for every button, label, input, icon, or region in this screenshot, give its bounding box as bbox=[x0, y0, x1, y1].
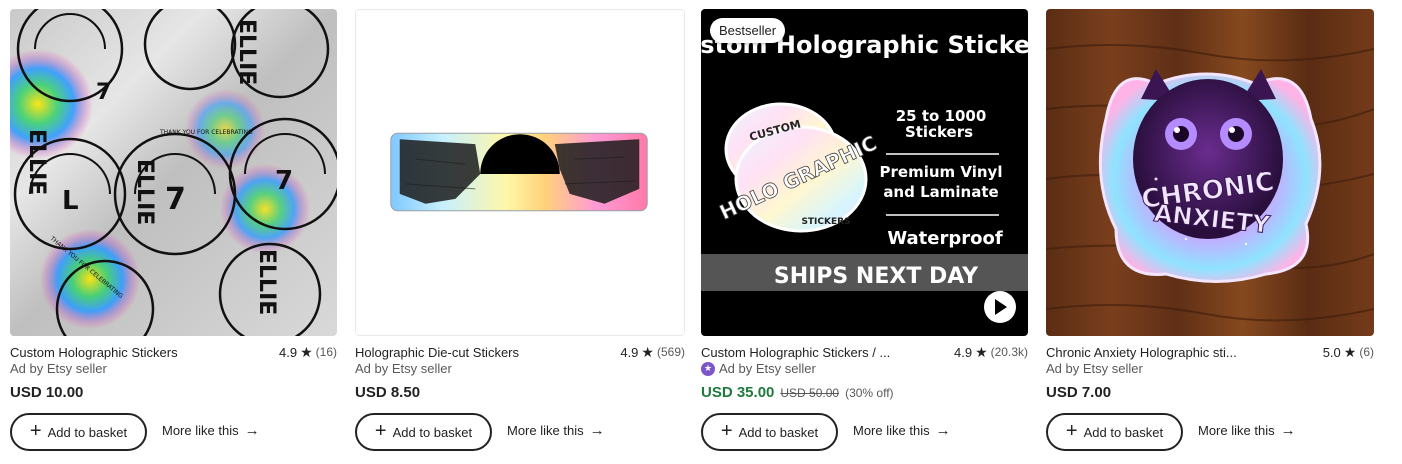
plus-icon: + bbox=[374, 420, 387, 442]
product-title[interactable]: Custom Holographic Stickers bbox=[10, 345, 178, 360]
svg-text:THANK YOU FOR CELEBRATING: THANK YOU FOR CELEBRATING bbox=[159, 129, 253, 136]
more-like-this-label: More like this bbox=[1198, 423, 1275, 438]
seller-label: Ad by Etsy seller bbox=[10, 361, 107, 376]
svg-text:7: 7 bbox=[165, 182, 186, 217]
product-rating: 4.9 ★ (569) bbox=[620, 345, 685, 360]
review-count: (20.3k) bbox=[990, 345, 1028, 359]
arrow-right-icon: → bbox=[589, 422, 605, 439]
star-seller-icon: ★ bbox=[701, 361, 715, 376]
product-price: USD 10.00 bbox=[10, 384, 84, 401]
add-to-basket-button[interactable]: + Add to basket bbox=[355, 413, 492, 451]
add-to-basket-label: Add to basket bbox=[1083, 424, 1164, 440]
review-count: (16) bbox=[315, 345, 337, 359]
seller-text: Ad by Etsy seller bbox=[10, 361, 107, 376]
seller-label: Ad by Etsy seller bbox=[355, 361, 452, 376]
star-icon: ★ bbox=[641, 344, 654, 360]
more-like-this-label: More like this bbox=[507, 423, 584, 438]
rating-value: 4.9 bbox=[954, 344, 973, 360]
product-rating: 5.0 ★ (6) bbox=[1323, 345, 1374, 360]
more-like-this-label: More like this bbox=[853, 423, 930, 438]
svg-text:ELLIE: ELLIE bbox=[132, 159, 157, 225]
original-price: USD 50.00 bbox=[780, 386, 840, 400]
product-title[interactable]: Chronic Anxiety Holographic sti... bbox=[1046, 345, 1237, 360]
product-card[interactable]: Holographic Die-cut Stickers 4.9 ★ (569)… bbox=[355, 9, 685, 459]
add-to-basket-label: Add to basket bbox=[738, 424, 819, 440]
star-icon: ★ bbox=[300, 344, 313, 360]
price-row: USD 35.00 USD 50.00 (30% off) bbox=[701, 384, 894, 401]
plus-icon: + bbox=[29, 420, 42, 442]
add-to-basket-button[interactable]: + Add to basket bbox=[10, 413, 147, 451]
more-like-this-link[interactable]: More like this → bbox=[162, 423, 260, 438]
svg-text:ELLIE: ELLIE bbox=[24, 129, 49, 195]
rating-value: 4.9 bbox=[279, 344, 298, 360]
seller-label: ★ Ad by Etsy seller bbox=[701, 361, 816, 376]
discount-label: (30% off) bbox=[845, 386, 894, 400]
plus-icon: + bbox=[720, 420, 733, 442]
svg-text:L: L bbox=[62, 186, 79, 216]
svg-text:ELLIE: ELLIE bbox=[234, 19, 259, 85]
rating-value: 5.0 bbox=[1322, 344, 1341, 360]
product-image[interactable] bbox=[355, 9, 685, 336]
more-like-this-link[interactable]: More like this → bbox=[507, 423, 605, 438]
review-count: (6) bbox=[1359, 345, 1374, 359]
sticker-bottom-text: STICKERS bbox=[801, 217, 850, 227]
promo-line3: Premium Vinyl bbox=[880, 163, 1003, 181]
product-price: USD 8.50 bbox=[355, 384, 421, 401]
svg-text:7: 7 bbox=[275, 166, 293, 196]
product-title[interactable]: Holographic Die-cut Stickers bbox=[355, 345, 519, 360]
arrow-right-icon: → bbox=[244, 422, 260, 439]
product-image[interactable]: 7 L 7 7 ELLIE ELLIE ELLIE ELLIE THANK YO… bbox=[10, 9, 337, 336]
price-row: USD 8.50 bbox=[355, 384, 420, 401]
product-image[interactable]: Custom Holographic Stickers 25 to 1000 S… bbox=[701, 9, 1028, 336]
star-icon: ★ bbox=[975, 344, 988, 360]
seller-text: Ad by Etsy seller bbox=[355, 361, 452, 376]
product-card[interactable]: CHRONIC ANXIETY Chronic Anxiety Holograp… bbox=[1046, 9, 1374, 459]
price-row: USD 7.00 bbox=[1046, 384, 1111, 401]
product-rating: 4.9 ★ (20.3k) bbox=[954, 345, 1028, 360]
arrow-right-icon: → bbox=[935, 422, 951, 439]
seller-text: Ad by Etsy seller bbox=[1046, 361, 1143, 376]
product-rating: 4.9 ★ (16) bbox=[279, 345, 337, 360]
product-price: USD 7.00 bbox=[1046, 384, 1112, 401]
add-to-basket-label: Add to basket bbox=[47, 424, 128, 440]
promo-line4: and Laminate bbox=[883, 183, 998, 201]
svg-text:7: 7 bbox=[96, 80, 111, 105]
arrow-right-icon: → bbox=[1280, 422, 1296, 439]
promo-line2: Stickers bbox=[905, 123, 973, 141]
more-like-this-link[interactable]: More like this → bbox=[853, 423, 951, 438]
promo-banner: SHIPS NEXT DAY bbox=[774, 264, 979, 289]
add-to-basket-label: Add to basket bbox=[392, 424, 473, 440]
svg-text:ELLIE: ELLIE bbox=[254, 249, 279, 315]
rating-value: 4.9 bbox=[620, 344, 639, 360]
more-like-this-link[interactable]: More like this → bbox=[1198, 423, 1296, 438]
seller-text: Ad by Etsy seller bbox=[719, 361, 816, 376]
star-icon: ★ bbox=[1343, 344, 1357, 360]
review-count: (569) bbox=[656, 345, 685, 359]
product-image[interactable]: CHRONIC ANXIETY bbox=[1046, 9, 1374, 336]
product-card[interactable]: 7 L 7 7 ELLIE ELLIE ELLIE ELLIE THANK YO… bbox=[10, 9, 337, 459]
plus-icon: + bbox=[1065, 420, 1078, 442]
bestseller-badge: Bestseller bbox=[710, 18, 786, 43]
promo-line5: Waterproof bbox=[887, 228, 1003, 249]
price-row: USD 10.00 bbox=[10, 384, 83, 401]
more-like-this-label: More like this bbox=[162, 423, 239, 438]
seller-label: Ad by Etsy seller bbox=[1046, 361, 1143, 376]
product-card[interactable]: Custom Holographic Stickers 25 to 1000 S… bbox=[701, 9, 1028, 459]
add-to-basket-button[interactable]: + Add to basket bbox=[701, 413, 838, 451]
product-title[interactable]: Custom Holographic Stickers / ... bbox=[701, 345, 890, 360]
add-to-basket-button[interactable]: + Add to basket bbox=[1046, 413, 1183, 451]
product-price: USD 35.00 bbox=[701, 384, 775, 401]
